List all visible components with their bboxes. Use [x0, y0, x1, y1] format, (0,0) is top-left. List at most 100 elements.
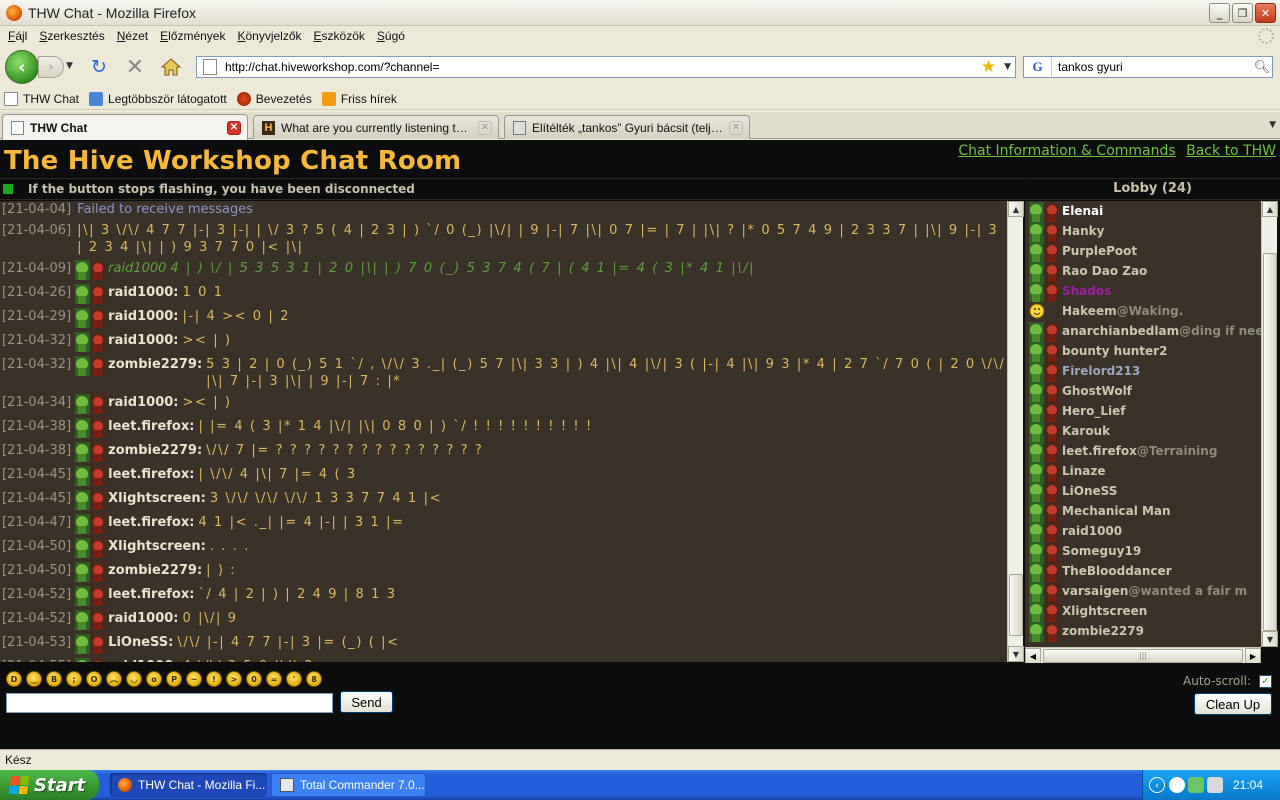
message-username[interactable]: leet.firefox: [108, 586, 194, 603]
menu-file[interactable]: Fájl [2, 29, 33, 43]
autoscroll-toggle[interactable]: Auto-scroll: ✓ [1183, 674, 1272, 688]
lobby-user[interactable]: Elenai [1025, 201, 1261, 222]
message-username[interactable]: raid1000: [108, 284, 178, 301]
url-dropdown-icon[interactable]: ▼ [1004, 62, 1011, 72]
close-tab-icon[interactable]: ✕ [478, 120, 492, 135]
bookmark-getting-started[interactable]: Bevezetés [236, 91, 312, 106]
smiley-tongue-icon[interactable]: P [166, 671, 182, 687]
smiley-wink-icon[interactable]: ; [66, 671, 82, 687]
message-username[interactable]: raid1000: [108, 308, 178, 325]
bookmark-most-visited[interactable]: Legtöbbször látogatott [89, 91, 227, 106]
forward-button[interactable]: › [38, 56, 64, 78]
lobby-user[interactable]: Hanky [1025, 221, 1261, 242]
home-icon[interactable] [160, 57, 182, 77]
scroll-up-icon[interactable]: ▲ [1008, 201, 1024, 217]
lobby-user[interactable]: Linaze [1025, 461, 1261, 482]
scroll-down-icon[interactable]: ▼ [1262, 631, 1278, 647]
stop-icon[interactable]: ✕ [124, 55, 146, 80]
lobby-user[interactable]: Hakeem @Waking. [1025, 301, 1261, 321]
taskbar-item-total-commander[interactable]: Total Commander 7.0... [271, 773, 426, 797]
smiley-shock-icon[interactable]: 0 [246, 671, 262, 687]
close-tab-icon[interactable]: ✕ [227, 120, 241, 135]
smiley-nerd-icon[interactable]: 8 [306, 671, 322, 687]
bookmark-latest-headlines[interactable]: Friss hírek [321, 91, 397, 106]
message-username[interactable]: zombie2279: [108, 442, 202, 459]
message-username[interactable]: raid1000: [108, 658, 178, 662]
menu-tools[interactable]: Eszközök [308, 29, 371, 43]
lobby-user[interactable]: bounty hunter2 [1025, 341, 1261, 362]
lobby-user[interactable]: Rao Dao Zao [1025, 261, 1261, 282]
smiley-exclaim-icon[interactable]: ! [206, 671, 222, 687]
message-username[interactable]: raid1000: [108, 394, 178, 411]
smiley-surprised-icon[interactable]: o [146, 671, 162, 687]
menu-edit[interactable]: Szerkesztés [33, 29, 110, 43]
smiley-angry-icon[interactable]: > [226, 671, 242, 687]
scroll-thumb[interactable] [1009, 574, 1023, 636]
back-to-thw-link[interactable]: Back to THW [1186, 143, 1276, 159]
lobby-user[interactable]: leet.firefox @Terraining [1025, 441, 1261, 462]
lobby-user[interactable]: Shados [1025, 281, 1261, 302]
messages-scrollbar[interactable]: ▲ ▼ [1007, 201, 1024, 662]
menu-view[interactable]: Nézet [111, 29, 154, 43]
message-username[interactable]: LiOneSS: [108, 634, 173, 651]
start-button[interactable]: Start [0, 770, 99, 800]
menu-bookmarks[interactable]: Könyvjelzők [231, 29, 307, 43]
scroll-thumb[interactable] [1263, 253, 1277, 631]
search-icon[interactable]: 🔍︎ [1252, 60, 1272, 75]
restore-button[interactable]: ❐ [1232, 3, 1253, 23]
back-button[interactable]: ‹ [5, 50, 39, 84]
message-username[interactable]: leet.firefox: [108, 514, 194, 531]
scroll-left-icon[interactable]: ◀ [1025, 648, 1041, 664]
message-username[interactable]: leet.firefox: [108, 466, 194, 483]
smiley-blush-icon[interactable]: ◡ [126, 671, 142, 687]
lobby-user[interactable]: Mechanical Man [1025, 501, 1261, 522]
tray-expand-icon[interactable]: ‹ [1149, 777, 1165, 793]
reload-icon[interactable]: ↻ [88, 56, 110, 78]
message-username[interactable]: Xlightscreen: [108, 490, 206, 507]
lobby-horizontal-scrollbar[interactable]: ◀ ||| ▶ [1025, 647, 1261, 664]
panda-icon[interactable] [1169, 777, 1185, 793]
search-bar[interactable]: G tankos gyuri 🔍︎ [1023, 56, 1273, 78]
minimize-button[interactable]: _ [1209, 3, 1230, 23]
url-bar[interactable]: http://chat.hiveworkshop.com/?channel= ★… [196, 56, 1016, 78]
message-username[interactable]: Xlightscreen: [108, 538, 206, 555]
lobby-user[interactable]: PurplePoot [1025, 241, 1261, 262]
lobby-user[interactable]: Someguy19 [1025, 541, 1261, 562]
clean-up-button[interactable]: Clean Up [1194, 693, 1272, 715]
message-username[interactable]: zombie2279: [108, 356, 202, 373]
smiley-confused-icon[interactable]: ~ [186, 671, 202, 687]
scroll-right-icon[interactable]: ▶ [1245, 648, 1261, 664]
lobby-scrollbar[interactable]: ▲ ▼ [1261, 201, 1278, 647]
lobby-user[interactable]: varsaigen @wanted a fair m [1025, 581, 1261, 602]
tab-thw-chat[interactable]: THW Chat ✕ [2, 114, 248, 140]
menu-history[interactable]: Előzmények [154, 29, 231, 43]
tab-news[interactable]: Elítélték „tankos” Gyuri bácsit (teljes … [504, 115, 750, 139]
lobby-user[interactable]: Firelord213 [1025, 361, 1261, 382]
message-username[interactable]: raid1000 [108, 260, 166, 277]
lobby-user[interactable]: raid1000 [1025, 521, 1261, 542]
lobby-user[interactable]: Xlightscreen [1025, 601, 1261, 622]
smiley-smile-icon[interactable]: ‿ [26, 671, 42, 687]
smiley-cry-icon[interactable]: ' [286, 671, 302, 687]
lobby-user[interactable]: LiOneSS [1025, 481, 1261, 502]
menu-help[interactable]: Súgó [371, 29, 411, 43]
close-window-button[interactable]: ✕ [1255, 3, 1276, 23]
lobby-user[interactable]: zombie2279 [1025, 621, 1261, 642]
chat-info-link[interactable]: Chat Information & Commands [958, 143, 1175, 159]
network-icon[interactable] [1188, 777, 1204, 793]
lobby-user[interactable]: Hero_Lief [1025, 401, 1261, 422]
close-tab-icon[interactable]: ✕ [729, 120, 743, 135]
smiley-grin-icon[interactable]: D [6, 671, 22, 687]
smiley-cool-icon[interactable]: B [46, 671, 62, 687]
message-username[interactable]: leet.firefox: [108, 418, 194, 435]
taskbar-item-firefox[interactable]: THW Chat - Mozilla Fi... [110, 773, 267, 797]
url-text[interactable]: http://chat.hiveworkshop.com/?channel= [225, 60, 981, 74]
scroll-down-icon[interactable]: ▼ [1008, 646, 1024, 662]
history-dropdown-icon[interactable]: ▼ [66, 61, 73, 71]
bookmark-thw-chat[interactable]: THW Chat [4, 91, 79, 106]
volume-icon[interactable] [1207, 777, 1223, 793]
google-icon[interactable]: G [1024, 57, 1052, 77]
chat-message-input[interactable] [6, 693, 333, 713]
smiley-laugh-icon[interactable]: O [86, 671, 102, 687]
lobby-user[interactable]: anarchianbedlam@ding if need [1025, 321, 1261, 342]
